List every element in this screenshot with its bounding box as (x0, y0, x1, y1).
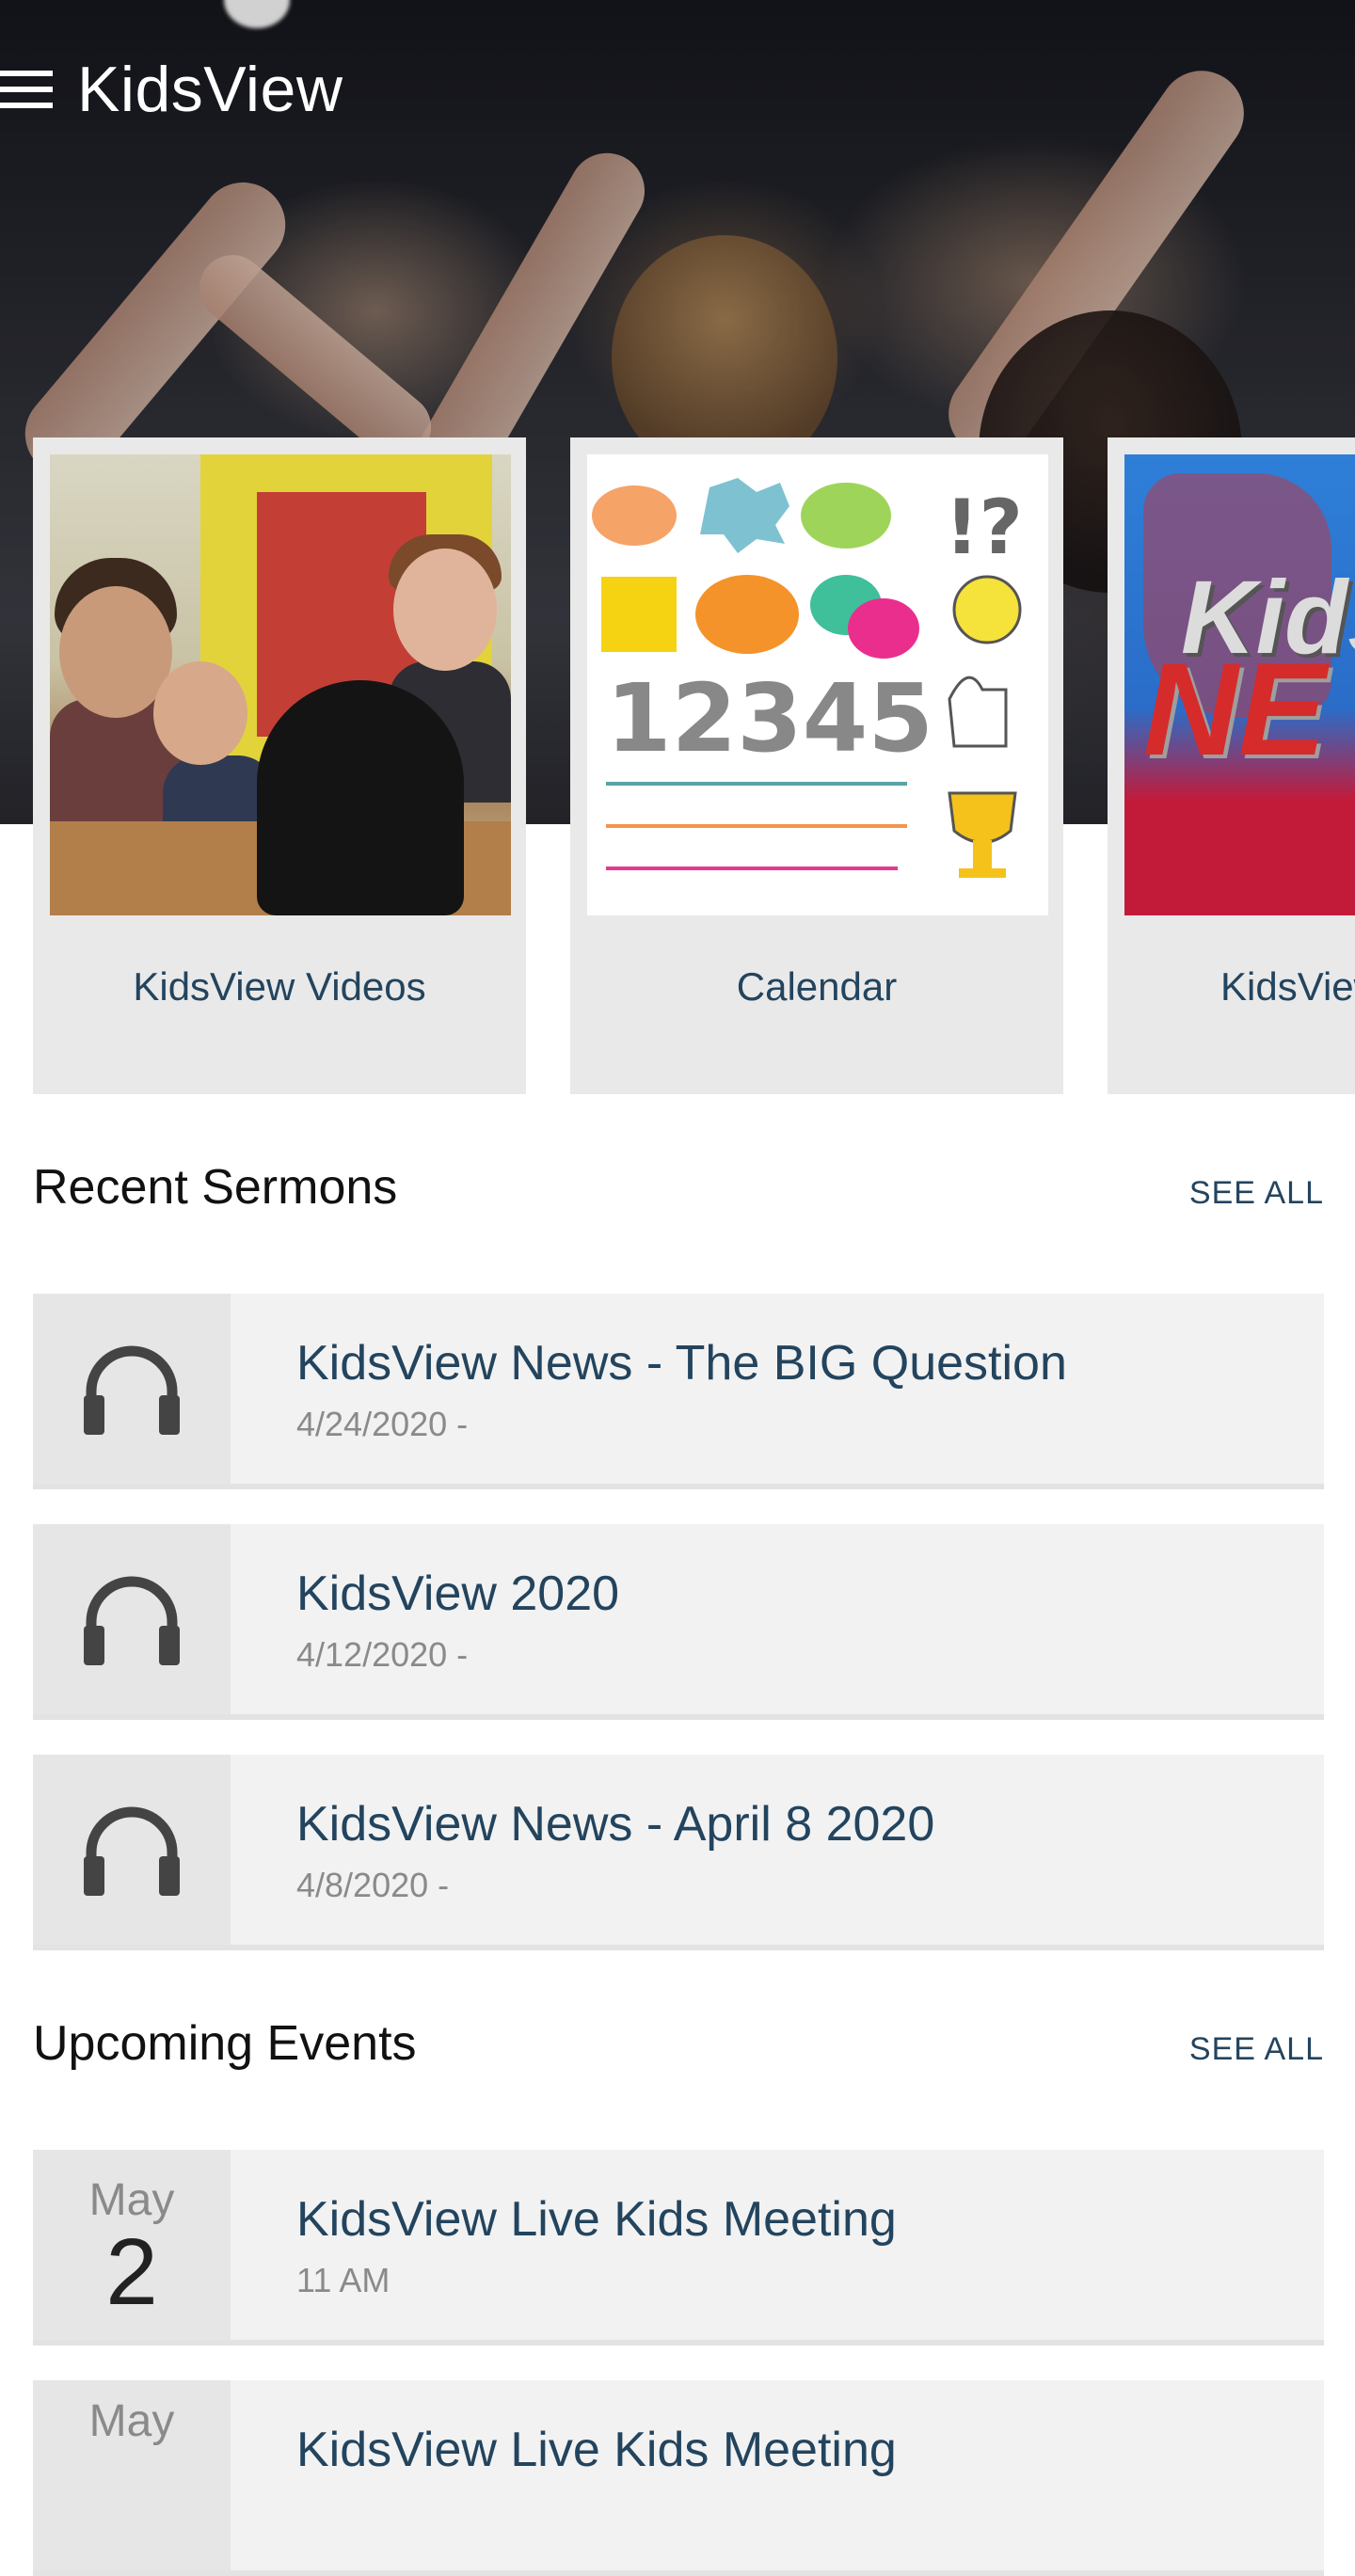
feature-cards-carousel[interactable]: KidsView Videos !? 12345 Calendar Kid NE… (33, 437, 1355, 1096)
event-day: 2 (105, 2218, 158, 2325)
card-label: KidsView (1220, 964, 1355, 1009)
section-title: Recent Sermons (33, 1160, 398, 1215)
hamburger-menu-icon[interactable] (0, 71, 53, 108)
sermon-item[interactable]: KidsView News - The BIG Question 4/24/20… (33, 1294, 1324, 1489)
card-kidsview-news[interactable]: Kids NE KidsView (1108, 437, 1355, 1094)
sermon-item[interactable]: KidsView 2020 4/12/2020 - (33, 1524, 1324, 1720)
sermon-title: KidsView News - April 8 2020 (296, 1797, 935, 1852)
sermon-title: KidsView 2020 (296, 1566, 620, 1621)
event-date: May 2 (33, 2150, 231, 2340)
section-title: Upcoming Events (33, 2016, 417, 2071)
sermon-item[interactable]: KidsView News - April 8 2020 4/8/2020 - (33, 1755, 1324, 1950)
card-image: !? 12345 (587, 454, 1048, 915)
event-month: May (88, 2396, 175, 2446)
card-calendar[interactable]: !? 12345 Calendar (570, 437, 1063, 1094)
event-month: May (88, 2174, 175, 2225)
event-time: 11 AM (296, 2261, 391, 2299)
event-item[interactable]: May 2 KidsView Live Kids Meeting 11 AM (33, 2150, 1324, 2345)
app-title: KidsView (77, 54, 343, 125)
sermon-date: 4/12/2020 - (296, 1635, 469, 1674)
headphones-icon (84, 1345, 180, 1435)
event-title: KidsView Live Kids Meeting (296, 2192, 897, 2247)
sermon-date: 4/24/2020 - (296, 1405, 469, 1443)
upcoming-events-header: Upcoming Events SEE ALL (33, 2015, 1324, 2072)
top-bar: KidsView (0, 47, 343, 132)
sermon-date: 4/8/2020 - (296, 1866, 450, 1904)
card-image: Kids NE (1124, 454, 1355, 915)
event-title: KidsView Live Kids Meeting (296, 2423, 897, 2477)
sermon-title: KidsView News - The BIG Question (296, 1336, 1067, 1391)
event-date: May (33, 2380, 231, 2570)
card-label: KidsView Videos (133, 964, 426, 1009)
svg-text:!?: !? (945, 484, 1023, 571)
card-kidsview-videos[interactable]: KidsView Videos (33, 437, 526, 1094)
see-all-sermons-link[interactable]: SEE ALL (1189, 1175, 1324, 1212)
svg-text:12345: 12345 (606, 663, 933, 773)
event-item[interactable]: May KidsView Live Kids Meeting (33, 2380, 1324, 2576)
recent-sermons-header: Recent Sermons SEE ALL (33, 1159, 1324, 1216)
card-image (50, 454, 511, 915)
see-all-events-link[interactable]: SEE ALL (1189, 2031, 1324, 2068)
headphones-icon (84, 1576, 180, 1665)
card-label: Calendar (736, 964, 898, 1009)
headphones-icon (84, 1806, 180, 1896)
